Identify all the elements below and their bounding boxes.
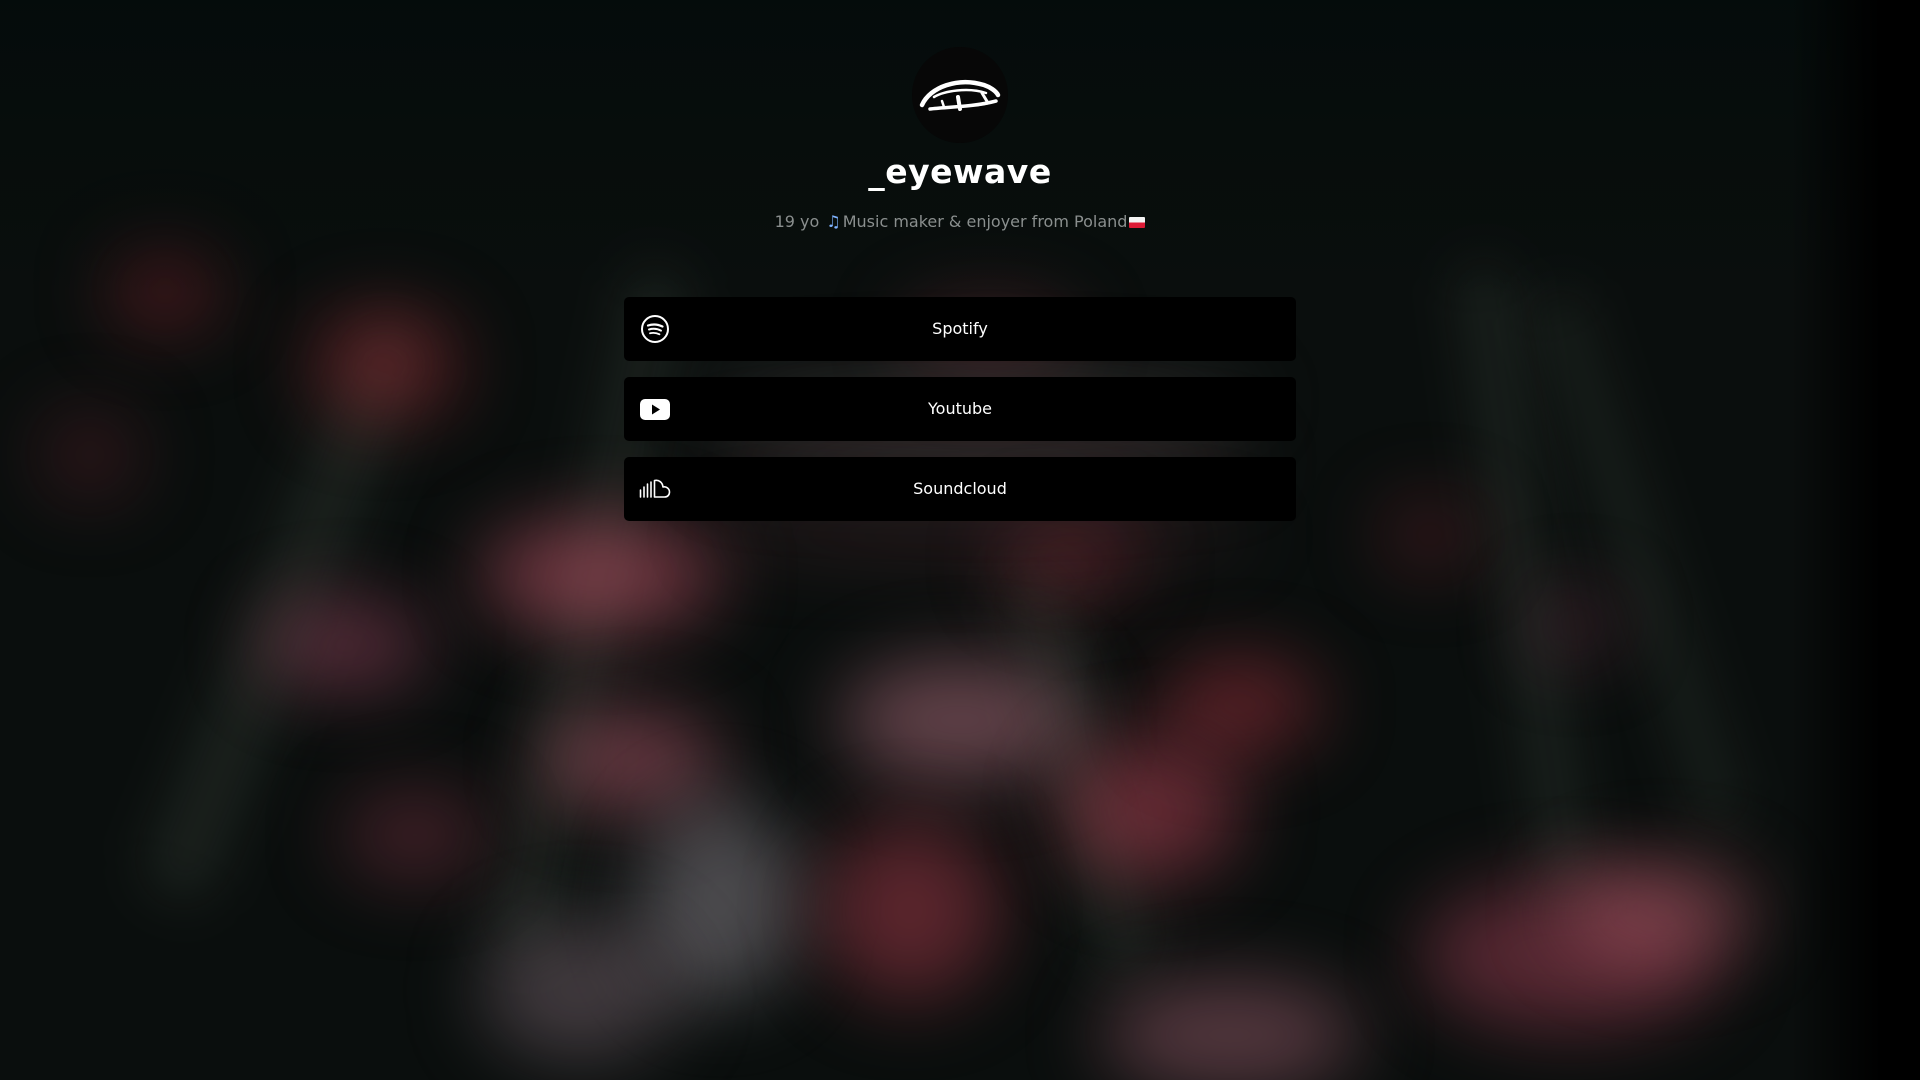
username-heading: _eyewave [868, 152, 1052, 191]
poland-flag-icon [1129, 217, 1146, 228]
bio-text: 19 yo ♫ Music maker & enjoyer from Poland [0, 212, 1920, 231]
spotify-link-button[interactable]: Spotify [624, 297, 1296, 361]
bio-description: Music maker & enjoyer from Poland [842, 212, 1128, 231]
bio-prefix: 19 yo [774, 212, 820, 231]
youtube-link-button[interactable]: Youtube [624, 377, 1296, 441]
spotify-link-label: Spotify [932, 319, 988, 338]
eye-wave-logo-icon [912, 47, 1008, 143]
youtube-link-label: Youtube [928, 399, 992, 418]
soundcloud-link-label: Soundcloud [913, 479, 1007, 498]
profile-page: _eyewave 19 yo ♫ Music maker & enjoyer fr… [0, 0, 1920, 1080]
soundcloud-link-button[interactable]: Soundcloud [624, 457, 1296, 521]
avatar [912, 47, 1008, 143]
musical-notes-icon: ♫ [826, 212, 841, 231]
